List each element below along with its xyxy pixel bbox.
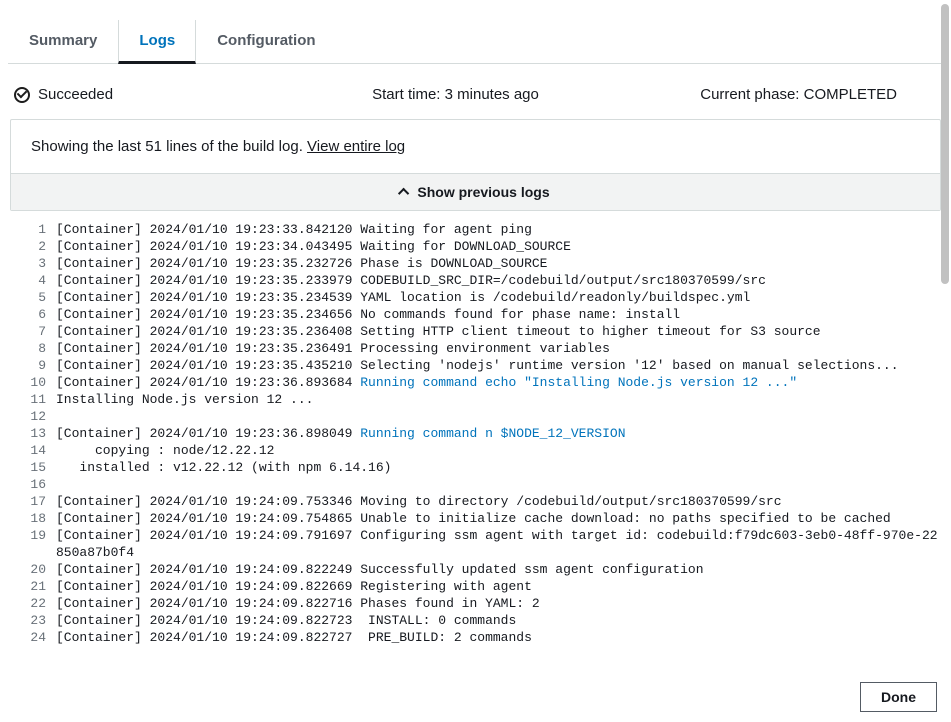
line-text: [Container] 2024/01/10 19:23:35.236408 S… — [56, 323, 821, 340]
log-line: 17[Container] 2024/01/10 19:24:09.753346… — [10, 493, 941, 510]
line-number: 7 — [10, 323, 56, 340]
status-row: Succeeded Start time: 3 minutes ago Curr… — [8, 64, 943, 119]
log-line: 6[Container] 2024/01/10 19:23:35.234656 … — [10, 306, 941, 323]
line-number: 10 — [10, 374, 56, 391]
line-text: [Container] 2024/01/10 19:23:35.234539 Y… — [56, 289, 750, 306]
view-entire-log-link[interactable]: View entire log — [307, 138, 405, 155]
line-text: [Container] 2024/01/10 19:23:35.236491 P… — [56, 340, 610, 357]
line-number: 17 — [10, 493, 56, 510]
line-text: [Container] 2024/01/10 19:23:35.234656 N… — [56, 306, 680, 323]
line-number: 19 — [10, 527, 56, 561]
showing-prefix: Showing the last — [31, 138, 145, 155]
line-number: 1 — [10, 221, 56, 238]
line-text: [Container] 2024/01/10 19:24:09.822727 P… — [56, 629, 532, 646]
tab-summary[interactable]: Summary — [8, 20, 118, 64]
footer: Done — [0, 671, 951, 722]
showing-count: 51 — [145, 138, 162, 155]
line-text: [Container] 2024/01/10 19:23:36.898049 R… — [56, 425, 626, 442]
line-text: [Container] 2024/01/10 19:23:34.043495 W… — [56, 238, 571, 255]
line-text: [Container] 2024/01/10 19:24:09.753346 M… — [56, 493, 782, 510]
tabs-bar: Summary Logs Configuration — [8, 20, 943, 64]
done-button[interactable]: Done — [860, 682, 937, 712]
line-text: [Container] 2024/01/10 19:23:35.233979 C… — [56, 272, 766, 289]
line-number: 2 — [10, 238, 56, 255]
log-line: 23[Container] 2024/01/10 19:24:09.822723… — [10, 612, 941, 629]
log-line: 5[Container] 2024/01/10 19:23:35.234539 … — [10, 289, 941, 306]
log-line: 11Installing Node.js version 12 ... — [10, 391, 941, 408]
line-number: 3 — [10, 255, 56, 272]
line-number: 22 — [10, 595, 56, 612]
show-previous-logs-button[interactable]: Show previous logs — [11, 173, 940, 210]
log-line: 9[Container] 2024/01/10 19:23:35.435210 … — [10, 357, 941, 374]
line-number: 14 — [10, 442, 56, 459]
line-number: 5 — [10, 289, 56, 306]
log-line: 3[Container] 2024/01/10 19:23:35.232726 … — [10, 255, 941, 272]
line-text: [Container] 2024/01/10 19:24:09.822669 R… — [56, 578, 532, 595]
log-line: 13[Container] 2024/01/10 19:23:36.898049… — [10, 425, 941, 442]
command-text: Running command n $NODE_12_VERSION — [360, 426, 625, 441]
line-number: 9 — [10, 357, 56, 374]
line-number: 24 — [10, 629, 56, 646]
phase-label: Current phase: — [700, 86, 803, 103]
log-line: 1[Container] 2024/01/10 19:23:33.842120 … — [10, 221, 941, 238]
log-line: 21[Container] 2024/01/10 19:24:09.822669… — [10, 578, 941, 595]
line-text: [Container] 2024/01/10 19:23:33.842120 W… — [56, 221, 532, 238]
command-text: Running command echo "Installing Node.js… — [360, 375, 797, 390]
line-number: 15 — [10, 459, 56, 476]
log-line: 22[Container] 2024/01/10 19:24:09.822716… — [10, 595, 941, 612]
log-line: 15 installed : v12.22.12 (with npm 6.14.… — [10, 459, 941, 476]
line-number: 8 — [10, 340, 56, 357]
success-check-icon — [14, 87, 30, 103]
log-line: 8[Container] 2024/01/10 19:23:35.236491 … — [10, 340, 941, 357]
line-number: 21 — [10, 578, 56, 595]
line-number: 13 — [10, 425, 56, 442]
line-text: copying : node/12.22.12 — [56, 442, 274, 459]
line-number: 23 — [10, 612, 56, 629]
log-line: 2[Container] 2024/01/10 19:23:34.043495 … — [10, 238, 941, 255]
line-text: [Container] 2024/01/10 19:23:35.435210 S… — [56, 357, 899, 374]
log-line: 24[Container] 2024/01/10 19:24:09.822727… — [10, 629, 941, 646]
log-line: 20[Container] 2024/01/10 19:24:09.822249… — [10, 561, 941, 578]
start-time-value: 3 minutes ago — [445, 86, 539, 103]
line-number: 18 — [10, 510, 56, 527]
line-number: 16 — [10, 476, 56, 493]
log-output[interactable]: 1[Container] 2024/01/10 19:23:33.842120 … — [10, 215, 941, 650]
line-text: [Container] 2024/01/10 19:24:09.754865 U… — [56, 510, 891, 527]
log-line: 10[Container] 2024/01/10 19:23:36.893684… — [10, 374, 941, 391]
line-text: installed : v12.22.12 (with npm 6.14.16) — [56, 459, 391, 476]
log-line: 7[Container] 2024/01/10 19:23:35.236408 … — [10, 323, 941, 340]
line-number: 4 — [10, 272, 56, 289]
line-text: Installing Node.js version 12 ... — [56, 391, 313, 408]
phase-value: COMPLETED — [804, 86, 897, 103]
tab-configuration[interactable]: Configuration — [196, 20, 336, 64]
line-text: [Container] 2024/01/10 19:24:09.822716 P… — [56, 595, 540, 612]
log-line: 19[Container] 2024/01/10 19:24:09.791697… — [10, 527, 941, 561]
show-previous-logs-label: Show previous logs — [417, 184, 549, 200]
log-header-box: Showing the last 51 lines of the build l… — [10, 119, 941, 211]
log-line: 16 — [10, 476, 941, 493]
status-state: Succeeded — [38, 86, 113, 103]
chevron-up-icon — [398, 188, 409, 199]
log-line: 18[Container] 2024/01/10 19:24:09.754865… — [10, 510, 941, 527]
line-text: [Container] 2024/01/10 19:23:35.232726 P… — [56, 255, 547, 272]
start-time-label: Start time: — [372, 86, 445, 103]
log-line: 14 copying : node/12.22.12 — [10, 442, 941, 459]
line-number: 20 — [10, 561, 56, 578]
tab-logs[interactable]: Logs — [118, 20, 196, 64]
line-text: [Container] 2024/01/10 19:24:09.822249 S… — [56, 561, 704, 578]
line-text: [Container] 2024/01/10 19:24:09.822723 I… — [56, 612, 516, 629]
line-number: 6 — [10, 306, 56, 323]
showing-suffix: lines of the build log. — [162, 138, 307, 155]
line-text: [Container] 2024/01/10 19:24:09.791697 C… — [56, 527, 941, 561]
scrollbar[interactable] — [941, 4, 949, 284]
log-line: 12 — [10, 408, 941, 425]
line-number: 11 — [10, 391, 56, 408]
line-number: 12 — [10, 408, 56, 425]
log-line: 4[Container] 2024/01/10 19:23:35.233979 … — [10, 272, 941, 289]
line-text: [Container] 2024/01/10 19:23:36.893684 R… — [56, 374, 797, 391]
